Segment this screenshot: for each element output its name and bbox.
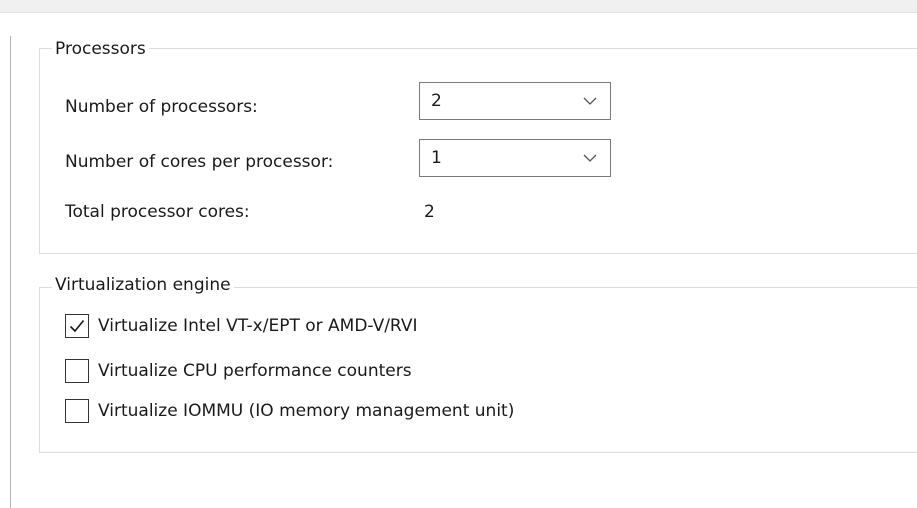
- left-divider: [10, 36, 11, 508]
- checkmark-icon: [69, 319, 85, 333]
- cores-per-processor-select[interactable]: 1: [419, 139, 611, 177]
- total-cores-label: Total processor cores:: [65, 202, 250, 222]
- virtualization-group-title: Virtualization engine: [52, 274, 234, 296]
- chevron-down-icon: [583, 97, 597, 105]
- checkbox-box[interactable]: [65, 314, 89, 338]
- num-processors-value: 2: [431, 91, 442, 111]
- processors-group-title: Processors: [52, 38, 149, 60]
- cores-per-processor-label: Number of cores per processor:: [65, 152, 334, 172]
- num-processors-select[interactable]: 2: [419, 82, 611, 120]
- chevron-down-icon: [583, 154, 597, 162]
- checkbox-label: Virtualize Intel VT-x/EPT or AMD-V/RVI: [98, 316, 418, 336]
- top-toolbar-strip: [0, 0, 917, 13]
- checkbox-label: Virtualize IOMMU (IO memory management u…: [98, 401, 515, 421]
- checkbox-box[interactable]: [65, 399, 89, 423]
- total-cores-value: 2: [424, 202, 435, 222]
- cores-per-processor-value: 1: [431, 148, 442, 168]
- num-processors-label: Number of processors:: [65, 97, 258, 117]
- checkbox-box[interactable]: [65, 359, 89, 383]
- checkbox-label: Virtualize CPU performance counters: [98, 361, 412, 381]
